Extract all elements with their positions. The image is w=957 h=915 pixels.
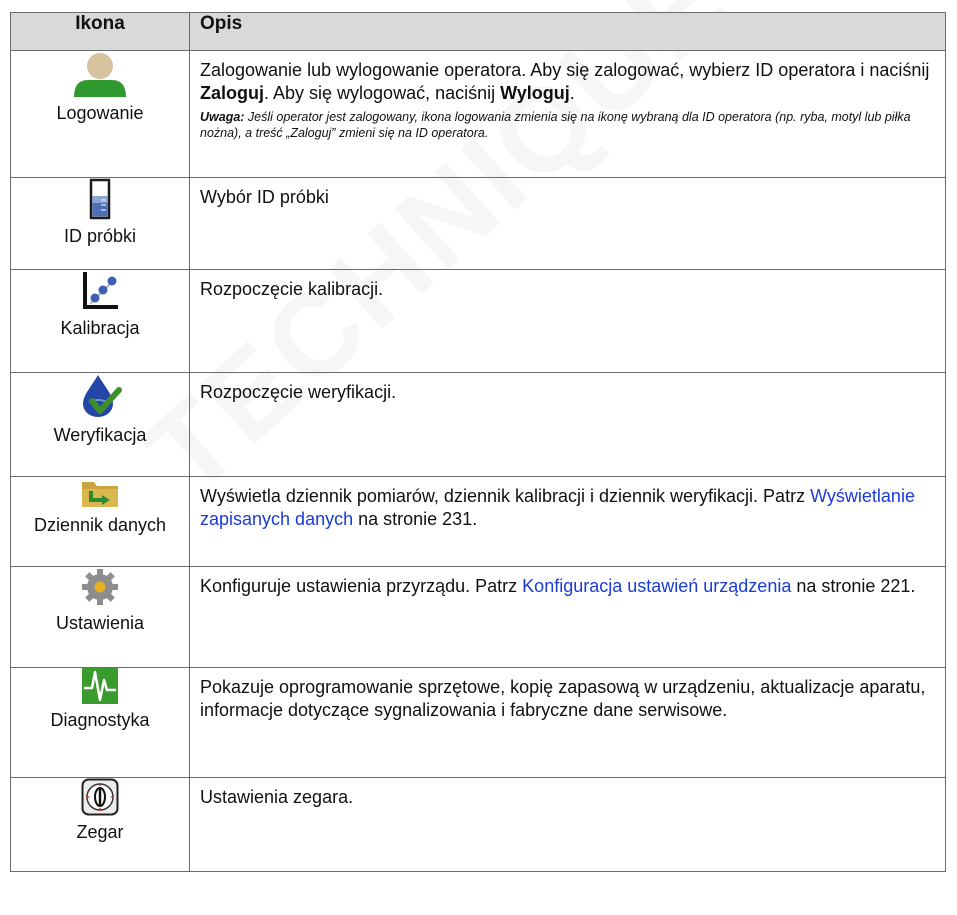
table-row: Zegar Ustawienia zegara. <box>10 777 946 872</box>
desc-text: Rozpoczęcie weryfikacji. <box>200 382 397 402</box>
link-device-settings[interactable]: Konfiguracja ustawień urządzenia <box>522 576 791 596</box>
waveform-icon <box>82 668 118 704</box>
description-cell: Ustawienia zegara. <box>189 777 946 872</box>
desc-text: na stronie 231. <box>353 509 478 529</box>
icon-cell: Logowanie <box>10 50 190 178</box>
header-icon-col: Ikona <box>10 12 190 51</box>
table-row: Logowanie Zalogowanie lub wylogowanie op… <box>10 50 946 178</box>
icon-cell: Kalibracja <box>10 269 190 373</box>
table-row: Kalibracja Rozpoczęcie kalibracji. <box>10 269 946 373</box>
description-cell: Wyświetla dziennik pomiarów, dziennik ka… <box>189 476 946 567</box>
table-row: Dziennik danych Wyświetla dziennik pomia… <box>10 476 946 567</box>
icon-label: ID próbki <box>63 226 137 246</box>
gear-icon <box>82 569 118 605</box>
icon-cell: Weryfikacja <box>10 372 190 477</box>
description-cell: Konfiguruje ustawienia przyrządu. Patrz … <box>189 566 946 668</box>
table-row: Diagnostyka Pokazuje oprogramowanie sprz… <box>10 667 946 778</box>
header-desc-col: Opis <box>189 12 946 51</box>
description-cell: Zalogowanie lub wylogowanie operatora. A… <box>189 50 946 178</box>
note: Uwaga: Jeśli operator jest zalogowany, i… <box>200 109 935 141</box>
login-keyword: Zaloguj <box>200 83 264 103</box>
desc-text: . Aby się wylogować, naciśnij <box>264 83 501 103</box>
folder-arrow-icon <box>82 482 118 507</box>
description-cell: Rozpoczęcie weryfikacji. <box>189 372 946 477</box>
icon-label: Zegar <box>76 822 124 842</box>
table-header-row: Ikona Opis <box>10 12 946 51</box>
icon-cell: Zegar <box>10 777 190 872</box>
icon-label: Logowanie <box>56 103 144 123</box>
description-cell: Wybór ID próbki <box>189 177 946 270</box>
description-cell: Rozpoczęcie kalibracji. <box>189 269 946 373</box>
icon-cell: ID próbki <box>10 177 190 270</box>
icon-table: Ikona Opis Logowanie Zalogowanie lub wyl… <box>10 12 946 872</box>
desc-text: Zalogowanie lub wylogowanie operatora. A… <box>200 60 930 80</box>
table-row: ID próbki Wybór ID próbki <box>10 177 946 270</box>
icon-cell: Diagnostyka <box>10 667 190 778</box>
user-icon <box>74 53 126 97</box>
desc-text: Pokazuje oprogramowanie sprzętowe, kopię… <box>200 677 926 720</box>
icon-label: Weryfikacja <box>53 425 147 445</box>
desc-text: Wyświetla dziennik pomiarów, dziennik ka… <box>200 486 811 506</box>
calibration-graph-icon <box>83 272 118 309</box>
description-cell: Pokazuje oprogramowanie sprzętowe, kopię… <box>189 667 946 778</box>
icon-label: Ustawienia <box>55 613 145 633</box>
table-row: Weryfikacja Rozpoczęcie weryfikacji. <box>10 372 946 477</box>
desc-text: Wybór ID próbki <box>200 187 329 207</box>
desc-text: na stronie 221. <box>791 576 916 596</box>
icon-cell: Dziennik danych <box>10 476 190 567</box>
drop-check-icon <box>83 375 122 417</box>
table-row: Ustawienia Konfiguruje ustawienia przyrz… <box>10 566 946 668</box>
note-label: Uwaga: <box>200 110 245 124</box>
clock-icon <box>81 778 119 816</box>
icon-label: Diagnostyka <box>50 710 150 730</box>
logout-keyword: Wyloguj <box>500 83 570 103</box>
desc-text: Konfiguruje ustawienia przyrządu. Patrz <box>200 576 523 596</box>
sample-beaker-icon <box>89 178 111 220</box>
icon-label: Dziennik danych <box>33 515 167 535</box>
desc-text: Ustawienia zegara. <box>200 787 354 807</box>
icon-label: Kalibracja <box>60 318 140 338</box>
note-text: Jeśli operator jest zalogowany, ikona lo… <box>200 110 911 140</box>
desc-text: . <box>569 83 575 103</box>
icon-cell: Ustawienia <box>10 566 190 668</box>
desc-text: Rozpoczęcie kalibracji. <box>200 279 384 299</box>
